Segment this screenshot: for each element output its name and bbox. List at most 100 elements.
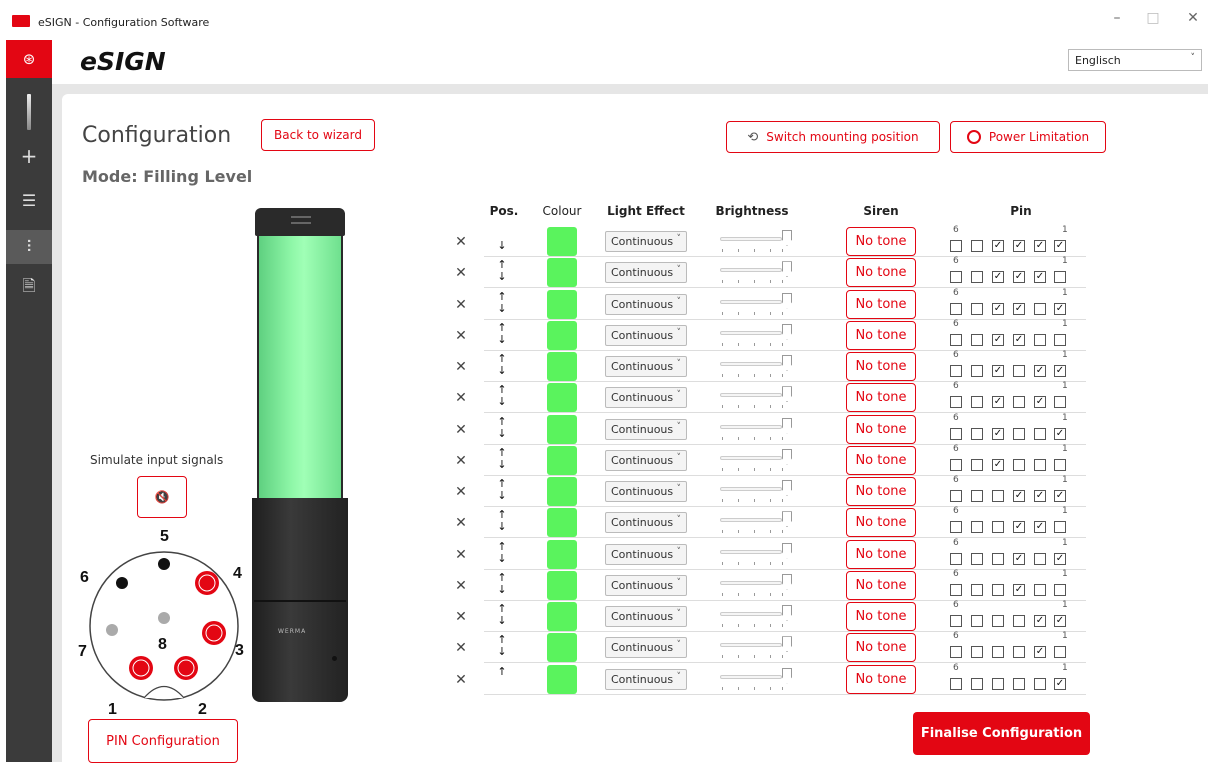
pin-checkbox[interactable] <box>950 677 962 690</box>
brightness-slider[interactable] <box>720 355 792 379</box>
pin-checkbox[interactable]: ✓ <box>992 333 1004 346</box>
slider-thumb[interactable] <box>782 355 792 371</box>
delete-row-icon[interactable]: ✕ <box>454 578 468 594</box>
pin-checkbox[interactable] <box>1054 396 1066 409</box>
pin-checkbox[interactable] <box>1013 427 1025 440</box>
position-arrows[interactable]: ↑ ↓ <box>496 384 508 408</box>
pin-checkbox[interactable] <box>1034 302 1046 315</box>
pin-configuration-button[interactable]: PIN Configuration <box>88 719 238 763</box>
slider-thumb[interactable] <box>782 636 792 653</box>
colour-swatch[interactable] <box>547 445 577 475</box>
light-effect-select[interactable]: Continuous ˅ <box>605 543 687 565</box>
pin-checkbox[interactable] <box>1054 646 1066 659</box>
pin-checkbox[interactable] <box>950 552 962 565</box>
pin-checkbox[interactable] <box>992 583 1004 596</box>
delete-row-icon[interactable]: ✕ <box>454 515 468 531</box>
document-icon[interactable]: 🗎 <box>6 271 52 305</box>
pin-checkbox[interactable] <box>971 396 983 409</box>
colour-swatch[interactable] <box>547 570 577 600</box>
colour-swatch[interactable] <box>547 539 577 569</box>
pin-checkbox[interactable] <box>950 458 962 471</box>
pin-checkbox[interactable] <box>1054 458 1066 471</box>
siren-button[interactable]: No tone <box>846 414 916 444</box>
pin-checkbox[interactable] <box>971 615 983 627</box>
siren-button[interactable]: No tone <box>846 570 916 600</box>
slider-thumb[interactable] <box>782 323 792 340</box>
pin-checkbox[interactable] <box>1034 677 1046 690</box>
slider-thumb[interactable] <box>782 292 792 309</box>
light-effect-select[interactable]: Continuous ˅ <box>605 387 687 409</box>
position-arrows[interactable]: ↑ <box>496 665 508 678</box>
pin-checkbox[interactable]: ✓ <box>1054 365 1066 377</box>
brightness-slider[interactable] <box>720 386 792 410</box>
brightness-slider[interactable] <box>720 636 792 660</box>
pin-checkbox[interactable] <box>1034 427 1046 440</box>
pin-checkbox[interactable] <box>1034 333 1046 346</box>
switch-mounting-button[interactable]: ⟲ Switch mounting position <box>726 121 940 153</box>
delete-row-icon[interactable]: ✕ <box>454 390 468 406</box>
light-effect-select[interactable]: Continuous ˅ <box>605 231 687 252</box>
position-arrows[interactable]: ↑ ↓ <box>496 478 508 502</box>
colour-swatch[interactable] <box>547 383 577 413</box>
pin-checkbox[interactable] <box>971 458 983 471</box>
add-icon[interactable]: + <box>6 139 52 173</box>
delete-row-icon[interactable]: ✕ <box>454 609 468 625</box>
colour-swatch[interactable] <box>547 352 577 381</box>
slider-thumb[interactable] <box>782 542 792 559</box>
pin-checkbox[interactable] <box>971 333 983 346</box>
pin-checkbox[interactable] <box>1013 365 1025 377</box>
delete-row-icon[interactable]: ✕ <box>454 672 468 688</box>
pin-checkbox[interactable]: ✓ <box>992 271 1004 284</box>
pin-checkbox[interactable]: ✓ <box>1013 271 1025 284</box>
siren-button[interactable]: No tone <box>846 633 916 663</box>
pin-checkbox[interactable] <box>950 333 962 346</box>
brightness-slider[interactable] <box>720 511 792 535</box>
brightness-slider[interactable] <box>720 417 792 442</box>
colour-swatch[interactable] <box>547 227 577 256</box>
pin-checkbox[interactable] <box>971 302 983 315</box>
colour-swatch[interactable] <box>547 258 577 288</box>
pin-checkbox[interactable] <box>992 521 1004 534</box>
colour-swatch[interactable] <box>547 508 577 538</box>
pin-checkbox[interactable] <box>1013 677 1025 690</box>
pin-checkbox[interactable]: ✓ <box>1054 490 1066 502</box>
pin-checkbox[interactable] <box>971 271 983 284</box>
position-arrows[interactable]: ↓ <box>496 228 508 252</box>
siren-button[interactable]: No tone <box>846 383 916 413</box>
delete-row-icon[interactable]: ✕ <box>454 547 468 563</box>
position-arrows[interactable]: ↑ ↓ <box>496 509 508 533</box>
delete-row-icon[interactable]: ✕ <box>454 453 468 469</box>
pin-checkbox[interactable] <box>971 583 983 596</box>
light-effect-select[interactable]: Continuous ˅ <box>605 356 687 377</box>
brightness-slider[interactable] <box>720 292 792 317</box>
pin-checkbox[interactable] <box>971 677 983 690</box>
pin-checkbox[interactable]: ✓ <box>1054 552 1066 565</box>
pin-checkbox[interactable]: ✓ <box>1054 302 1066 315</box>
light-effect-select[interactable]: Continuous ˅ <box>605 449 687 471</box>
list-icon[interactable]: ☰ <box>6 183 52 217</box>
pin-checkbox[interactable]: ✓ <box>1013 521 1025 534</box>
brightness-slider[interactable] <box>720 667 792 692</box>
light-effect-select[interactable]: Continuous ˅ <box>605 574 687 596</box>
light-effect-select[interactable]: Continuous ˅ <box>605 668 687 690</box>
brightness-slider[interactable] <box>720 261 792 285</box>
position-arrows[interactable]: ↑ ↓ <box>496 634 508 658</box>
pin-checkbox[interactable] <box>1054 333 1066 346</box>
slider-thumb[interactable] <box>782 667 792 684</box>
delete-row-icon[interactable]: ✕ <box>454 234 468 250</box>
colour-swatch[interactable] <box>547 602 577 631</box>
pin-checkbox[interactable] <box>971 490 983 502</box>
pin-checkbox[interactable] <box>1054 583 1066 596</box>
slider-thumb[interactable] <box>782 448 792 465</box>
siren-button[interactable]: No tone <box>846 445 916 475</box>
language-select[interactable]: Englisch ˅ <box>1068 49 1202 71</box>
pin-checkbox[interactable] <box>992 490 1004 502</box>
delete-row-icon[interactable]: ✕ <box>454 484 468 500</box>
pin-checkbox[interactable]: ✓ <box>1013 552 1025 565</box>
pin-checkbox[interactable] <box>950 271 962 284</box>
pin-checkbox[interactable]: ✓ <box>1013 240 1025 252</box>
pin-checkbox[interactable] <box>971 521 983 534</box>
pin-checkbox[interactable]: ✓ <box>1054 677 1066 690</box>
pin-checkbox[interactable]: ✓ <box>1034 646 1046 659</box>
pin-checkbox[interactable] <box>950 427 962 440</box>
